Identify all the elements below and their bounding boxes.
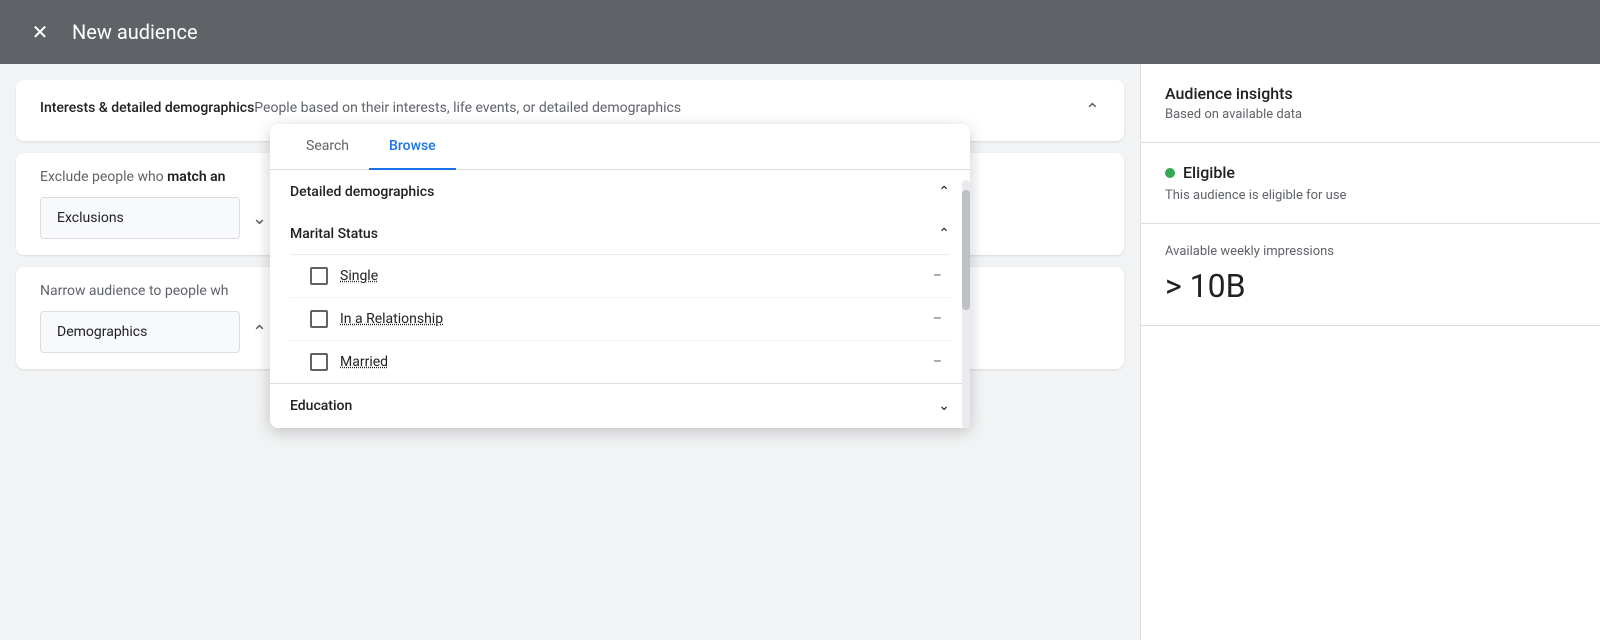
interests-label: Interests & detailed demographics — [40, 100, 254, 116]
insights-subtitle: Based on available data — [1165, 107, 1576, 122]
interests-collapse-icon[interactable]: ⌃ — [1085, 100, 1100, 121]
insights-header: Audience insights Based on available dat… — [1141, 64, 1600, 143]
insights-title: Audience insights — [1165, 84, 1576, 103]
detailed-demographics-collapse-icon: ⌃ — [938, 184, 950, 200]
tabs-bar: Search Browse — [270, 124, 970, 170]
married-value: – — [933, 354, 942, 370]
impressions-label: Available weekly impressions — [1165, 244, 1576, 259]
demographics-box[interactable]: Demographics — [40, 311, 240, 353]
marital-status-label: Marital Status — [290, 226, 378, 242]
single-item: Single – — [290, 255, 950, 298]
detailed-demographics-category: Detailed demographics ⌃ Marital Status ⌃… — [270, 170, 970, 384]
scroll-thumb[interactable] — [962, 190, 970, 310]
impressions-value: > 10B — [1165, 267, 1576, 305]
married-label[interactable]: Married — [340, 354, 921, 370]
demographics-expand-icon[interactable]: ⌃ — [252, 322, 267, 343]
education-expand-icon: ⌄ — [938, 398, 950, 414]
eligible-badge: Eligible — [1165, 163, 1576, 182]
single-value: – — [933, 268, 942, 284]
single-checkbox[interactable] — [310, 267, 328, 285]
left-panel: Interests & detailed demographics People… — [0, 64, 1140, 640]
close-icon: ✕ — [32, 20, 49, 45]
education-label: Education — [290, 398, 352, 414]
eligible-status-dot — [1165, 168, 1175, 178]
impressions-section: Available weekly impressions > 10B — [1141, 224, 1600, 326]
page-title: New audience — [72, 20, 198, 44]
main-layout: Interests & detailed demographics People… — [0, 64, 1600, 640]
tab-search[interactable]: Search — [286, 124, 369, 170]
exclude-match-bold: match an — [167, 169, 225, 185]
detailed-demographics-label: Detailed demographics — [290, 184, 434, 200]
in-a-relationship-value: – — [933, 311, 942, 327]
right-panel: Audience insights Based on available dat… — [1140, 64, 1600, 640]
detailed-demographics-header[interactable]: Detailed demographics ⌃ — [270, 170, 970, 214]
eligible-label: Eligible — [1183, 163, 1235, 182]
eligible-section: Eligible This audience is eligible for u… — [1141, 143, 1600, 224]
education-section-header[interactable]: Education ⌄ — [270, 384, 970, 428]
interests-section-header: Interests & detailed demographics People… — [40, 100, 1100, 121]
married-checkbox[interactable] — [310, 353, 328, 371]
single-label[interactable]: Single — [340, 268, 921, 284]
tab-browse[interactable]: Browse — [369, 124, 456, 170]
eligible-description: This audience is eligible for use — [1165, 188, 1576, 203]
browse-dropdown: Search Browse Detailed demographics ⌃ Ma… — [270, 124, 970, 428]
exclusions-dropdown-icon[interactable]: ⌄ — [252, 208, 267, 229]
marital-status-section: Marital Status ⌃ Single – In a Rel — [270, 214, 970, 383]
married-item: Married – — [290, 341, 950, 383]
page-header: ✕ New audience — [0, 0, 1600, 64]
exclusions-box[interactable]: Exclusions — [40, 197, 240, 239]
interests-description: People based on their interests, life ev… — [254, 100, 1085, 116]
marital-status-collapse-icon: ⌃ — [938, 226, 950, 242]
in-a-relationship-label[interactable]: In a Relationship — [340, 311, 921, 327]
scroll-track[interactable] — [962, 180, 970, 428]
close-button[interactable]: ✕ — [24, 16, 56, 48]
in-a-relationship-checkbox[interactable] — [310, 310, 328, 328]
in-a-relationship-item: In a Relationship – — [290, 298, 950, 341]
marital-status-header[interactable]: Marital Status ⌃ — [290, 214, 950, 255]
browse-content: Detailed demographics ⌃ Marital Status ⌃… — [270, 170, 970, 428]
